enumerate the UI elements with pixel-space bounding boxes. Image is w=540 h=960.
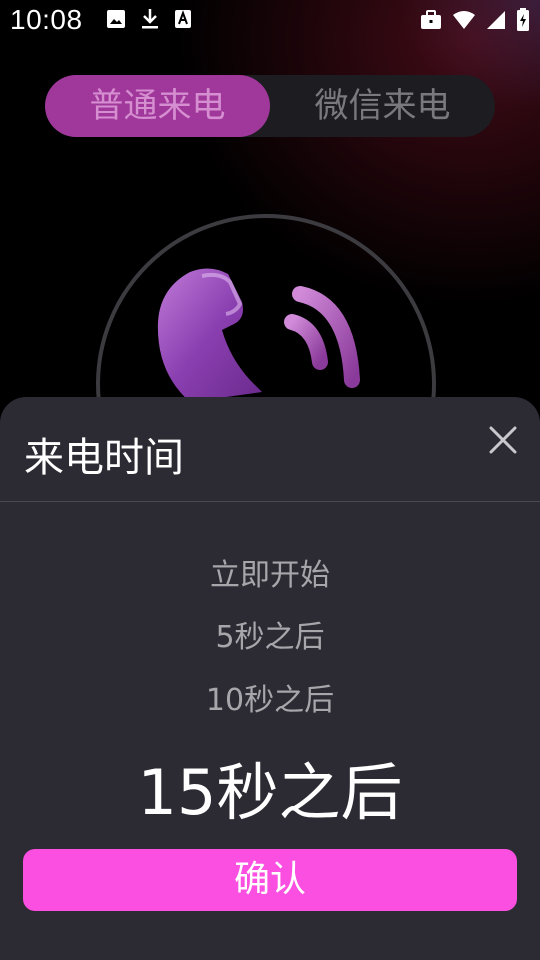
screen: 10:08 普通来电 微信来电 来电时间 立即开始 5秒之后 10秒之后 15秒… xyxy=(0,0,540,960)
sheet-title: 来电时间 xyxy=(24,435,184,481)
font-icon xyxy=(174,9,192,29)
tab-normal-call[interactable]: 普通来电 xyxy=(45,75,270,137)
picker-option[interactable]: 立即开始 xyxy=(0,550,540,594)
call-type-switch: 普通来电 微信来电 xyxy=(45,75,495,137)
download-icon xyxy=(140,8,160,30)
status-right-icons xyxy=(420,8,530,32)
picker-option[interactable]: 5秒之后 xyxy=(0,612,540,656)
picker-option[interactable]: 10秒之后 xyxy=(0,675,540,719)
battery-icon xyxy=(516,8,530,32)
confirm-button[interactable]: 确认 xyxy=(23,849,517,911)
status-left-icons xyxy=(106,8,192,30)
briefcase-icon xyxy=(420,10,442,30)
phone-icon xyxy=(150,262,380,406)
status-time: 10:08 xyxy=(10,4,83,35)
wifi-icon xyxy=(452,10,476,30)
status-bar: 10:08 xyxy=(0,0,540,44)
close-icon[interactable] xyxy=(486,423,520,457)
image-icon xyxy=(106,9,126,29)
tab-wechat-call[interactable]: 微信来电 xyxy=(270,75,495,137)
sheet-divider xyxy=(0,501,540,502)
call-time-sheet: 来电时间 立即开始 5秒之后 10秒之后 15秒之后 确认 xyxy=(0,397,540,960)
signal-icon xyxy=(486,10,506,30)
picker-selected-option[interactable]: 15秒之后 xyxy=(0,742,540,832)
